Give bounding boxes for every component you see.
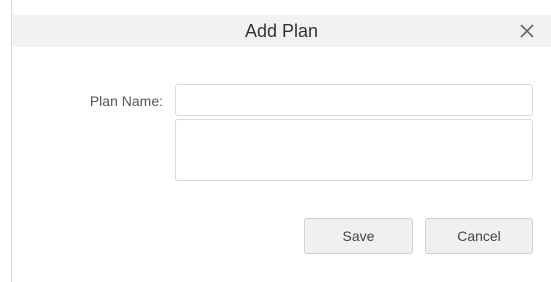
plan-name-input[interactable] bbox=[175, 84, 533, 116]
dialog-title: Add Plan bbox=[244, 21, 319, 41]
close-icon bbox=[520, 24, 534, 38]
cancel-button[interactable]: Cancel bbox=[425, 218, 533, 254]
add-plan-dialog: Add Plan Plan Name: Save Cancel bbox=[0, 0, 551, 282]
dialog-header: Add Plan bbox=[12, 15, 551, 47]
close-button[interactable] bbox=[516, 20, 538, 42]
save-button[interactable]: Save bbox=[304, 218, 413, 254]
plan-name-label: Plan Name: bbox=[89, 93, 163, 109]
plan-description-textarea[interactable] bbox=[175, 119, 533, 181]
